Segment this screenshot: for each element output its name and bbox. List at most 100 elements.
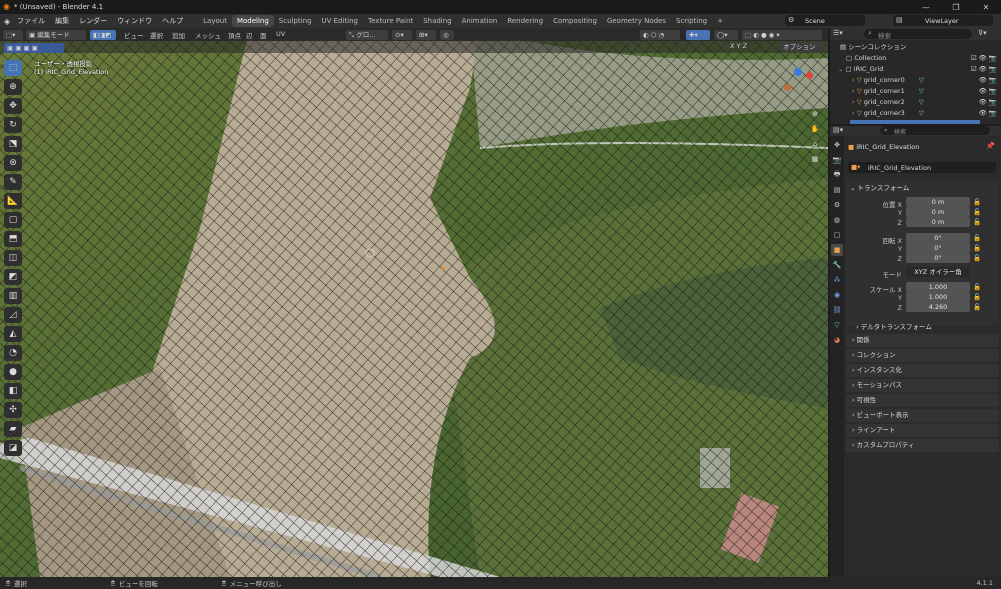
location-z-field[interactable]: 0 m xyxy=(906,217,970,227)
section-collections[interactable]: › コレクション xyxy=(846,349,999,362)
mirror-x[interactable]: X xyxy=(730,42,734,50)
tool-tab-icon[interactable]: ✥ xyxy=(831,139,843,151)
smooth-tool-icon[interactable]: ● xyxy=(4,364,22,380)
world-tab-icon[interactable]: ◍ xyxy=(831,214,843,226)
transform-tool-icon[interactable]: ⊛ xyxy=(4,155,22,171)
scale-y-field[interactable]: 1.000 xyxy=(906,292,970,302)
collection-tab-icon[interactable]: ▢ xyxy=(831,229,843,241)
location-x-field[interactable]: 0 m xyxy=(906,197,970,207)
section-viewport-display[interactable]: › ビューポート表示 xyxy=(846,409,999,422)
expand-chevron-icon[interactable]: › xyxy=(852,109,855,117)
move-tool-icon[interactable]: ✥ xyxy=(4,98,22,114)
xray-shading-buttons[interactable]: ◐ ⬡ ◔ xyxy=(640,30,680,40)
section-relations[interactable]: › 関係 xyxy=(846,334,999,347)
annotate-tool-icon[interactable]: ✎ xyxy=(4,174,22,190)
tab-texture-paint[interactable]: Texture Paint xyxy=(363,15,418,27)
visibility-icons[interactable]: ☑ 👁 📷 xyxy=(971,53,997,64)
visibility-icons[interactable]: 👁 📷 xyxy=(979,108,997,119)
mirror-axes[interactable]: X Y Z xyxy=(730,42,747,50)
tab-geometry-nodes[interactable]: Geometry Nodes xyxy=(602,15,671,27)
expand-chevron-icon[interactable]: › xyxy=(852,76,855,84)
outliner-item-grid-corner3[interactable]: › ▽ grid_corner3 ▽ 👁 📷 xyxy=(830,108,1001,119)
transform-orientation-dropdown[interactable]: ⤡ グロ... xyxy=(346,30,388,40)
options-dropdown[interactable]: オプション xyxy=(780,42,824,52)
location-y-field[interactable]: 0 m xyxy=(906,207,970,217)
section-motion-paths[interactable]: › モーションパス xyxy=(846,379,999,392)
mirror-z[interactable]: Z xyxy=(743,42,747,50)
menu-render[interactable]: レンダー xyxy=(79,16,107,26)
section-custom-properties[interactable]: › カスタムプロパティ xyxy=(846,439,999,452)
tab-shading[interactable]: Shading xyxy=(418,15,456,27)
navigation-gizmo[interactable] xyxy=(780,64,820,104)
menu-help[interactable]: ヘルプ xyxy=(162,16,183,26)
mirror-y[interactable]: Y xyxy=(737,42,741,50)
tab-uv-editing[interactable]: UV Editing xyxy=(316,15,363,27)
measure-tool-icon[interactable]: 📐 xyxy=(4,193,22,209)
section-visibility[interactable]: › 可視性 xyxy=(846,394,999,407)
scale-z-field[interactable]: 4.260 xyxy=(906,302,970,312)
menu-select[interactable]: 選択 xyxy=(150,30,163,40)
lock-icons[interactable]: 🔓 🔓 🔓 xyxy=(973,233,981,263)
outliner-item-iric-grid[interactable]: ⌄ ▢ iRIC_Grid ☑ 👁 📷 xyxy=(830,64,1001,75)
pivot-dropdown[interactable]: ⊙▾ xyxy=(392,30,412,40)
gizmo-z-axis[interactable] xyxy=(794,68,802,76)
spin-tool-icon[interactable]: ◔ xyxy=(4,345,22,361)
scene-tab-icon[interactable]: ⚙ xyxy=(831,199,843,211)
scale-tool-icon[interactable]: ⬔ xyxy=(4,136,22,152)
tab-rendering[interactable]: Rendering xyxy=(502,15,548,27)
knife-tool-icon[interactable]: ◿ xyxy=(4,307,22,323)
tab-compositing[interactable]: Compositing xyxy=(548,15,602,27)
poly-build-tool-icon[interactable]: ◭ xyxy=(4,326,22,342)
view-layer-selector[interactable]: ▤ ViewLayer xyxy=(893,15,993,26)
visibility-icons[interactable]: 👁 📷 xyxy=(979,75,997,86)
rotation-y-field[interactable]: 0° xyxy=(906,243,970,253)
shrink-tool-icon[interactable]: ✣ xyxy=(4,402,22,418)
modifier-tab-icon[interactable]: 🔧 xyxy=(831,259,843,271)
outliner-selected-row[interactable] xyxy=(850,120,980,124)
object-name-input[interactable]: ■▾ iRIC_Grid_Elevation xyxy=(848,162,996,173)
scale-x-field[interactable]: 1.000 xyxy=(906,282,970,292)
transform-section-header[interactable]: ⌄ トランスフォーム xyxy=(850,182,909,192)
menu-face[interactable]: 面 xyxy=(260,30,267,40)
expand-chevron-icon[interactable]: ⌄ xyxy=(838,65,843,73)
select-box-tool-icon[interactable]: ⬚ xyxy=(4,60,22,76)
rip-tool-icon[interactable]: ◪ xyxy=(4,440,22,456)
expand-chevron-icon[interactable]: › xyxy=(852,98,855,106)
close-button[interactable]: ✕ xyxy=(971,0,1001,14)
outliner-item-grid-corner0[interactable]: › ▽ grid_corner0 ▽ 👁 📷 xyxy=(830,75,1001,86)
outliner-item-grid-corner2[interactable]: › ▽ grid_corner2 ▽ 👁 📷 xyxy=(830,97,1001,108)
particles-tab-icon[interactable]: ⁂ xyxy=(831,274,843,286)
grid-view-icon[interactable]: ▦ xyxy=(808,153,822,165)
pin-icon[interactable]: 📌 xyxy=(986,142,995,150)
edge-slide-tool-icon[interactable]: ◧ xyxy=(4,383,22,399)
rotate-tool-icon[interactable]: ↻ xyxy=(4,117,22,133)
selection-tool-options[interactable]: ▣ ▣ ▣ ▣ xyxy=(4,43,64,53)
lock-icons[interactable]: 🔓 🔓 🔓 xyxy=(973,197,981,227)
loop-cut-tool-icon[interactable]: ▥ xyxy=(4,288,22,304)
outliner-editor-icon[interactable]: ☰▾ xyxy=(833,29,843,37)
editor-type-button[interactable]: ⬚▾ xyxy=(3,30,23,40)
constraints-tab-icon[interactable]: ⛓ xyxy=(831,304,843,316)
add-workspace-button[interactable]: + xyxy=(712,15,728,27)
bevel-tool-icon[interactable]: ◩ xyxy=(4,269,22,285)
blender-menu-icon[interactable]: ◈ xyxy=(4,17,10,26)
proportional-edit-toggle[interactable]: ◎ xyxy=(440,30,454,40)
render-tab-icon[interactable]: 📷 xyxy=(831,154,843,166)
menu-mesh[interactable]: メッシュ xyxy=(195,30,221,40)
menu-edit[interactable]: 編集 xyxy=(55,16,69,26)
rotation-z-field[interactable]: 0° xyxy=(906,253,970,263)
tab-scripting[interactable]: Scripting xyxy=(671,15,712,27)
menu-window[interactable]: ウィンドウ xyxy=(117,16,152,26)
gizmo-y-axis[interactable] xyxy=(784,84,791,91)
scene-selector[interactable]: ⚙ Scene xyxy=(785,15,865,26)
select-mode-buttons[interactable]: ◧◨◩ xyxy=(90,30,116,40)
tab-modeling[interactable]: Modeling xyxy=(231,15,274,27)
menu-vertex[interactable]: 頂点 xyxy=(228,30,241,40)
lock-icons[interactable]: 🔓 🔓 🔓 xyxy=(973,282,981,312)
outliner-scene-collection[interactable]: ▤ シーンコレクション xyxy=(830,42,1001,53)
tab-animation[interactable]: Animation xyxy=(457,15,503,27)
menu-add[interactable]: 追加 xyxy=(172,30,185,40)
minimize-button[interactable]: — xyxy=(911,0,941,14)
gizmo-x-axis[interactable] xyxy=(806,72,813,79)
filter-icon[interactable]: ⊽▾ xyxy=(978,29,987,37)
